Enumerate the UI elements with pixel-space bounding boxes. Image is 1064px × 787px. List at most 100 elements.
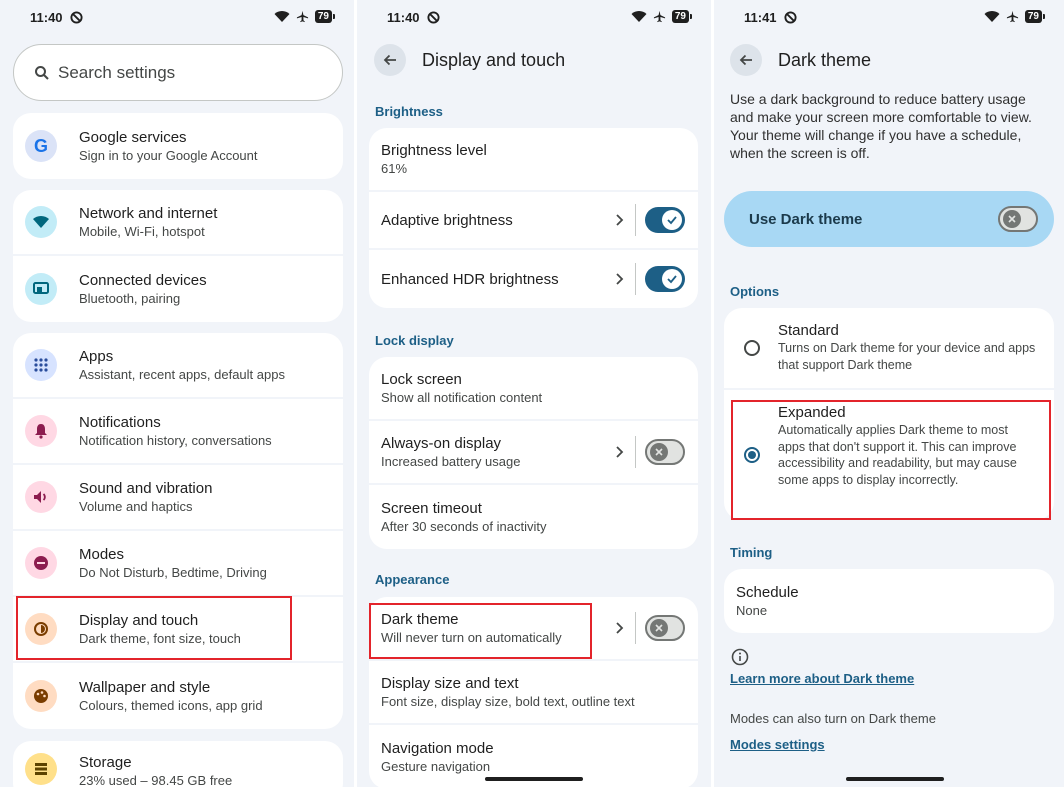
section-header-timing: Timing <box>730 545 773 560</box>
gesture-bar[interactable] <box>485 777 583 781</box>
item-title: Connected devices <box>79 272 207 289</box>
item-subtitle: 23% used – 98.45 GB free <box>79 773 233 787</box>
item-title: Storage <box>79 754 132 771</box>
google-icon: G <box>25 130 57 162</box>
item-subtitle: 61% <box>381 161 408 176</box>
section-header-appearance: Appearance <box>375 572 450 587</box>
card-connectivity: Network and internet Mobile, Wi-Fi, hots… <box>13 190 343 322</box>
learn-more-link[interactable]: Learn more about Dark theme <box>730 671 914 686</box>
settings-item-network[interactable]: Network and internet Mobile, Wi-Fi, hots… <box>13 190 343 256</box>
status-time: 11:40 <box>30 10 63 25</box>
settings-item-connected-devices[interactable]: Connected devices Bluetooth, pairing <box>13 256 343 322</box>
settings-item-wallpaper[interactable]: Wallpaper and style Colours, themed icon… <box>13 663 343 729</box>
wifi-status-icon <box>274 11 290 22</box>
divider <box>635 436 636 468</box>
dark-theme-screen: 11:41 79 Dark theme Use a dark backgroun… <box>714 0 1064 787</box>
settings-item-apps[interactable]: Apps Assistant, recent apps, default app… <box>13 333 343 399</box>
check-icon <box>667 216 677 225</box>
display-and-touch-screen: 11:40 79 Display and touch Brightness Br… <box>357 0 711 787</box>
back-button[interactable] <box>374 44 406 76</box>
palette-icon <box>25 680 57 712</box>
display-size-text-item[interactable]: Display size and text Font size, display… <box>369 661 698 725</box>
x-icon <box>655 624 663 632</box>
info-icon <box>731 648 749 666</box>
search-placeholder: Search settings <box>58 62 176 82</box>
schedule-item[interactable]: Schedule None <box>724 569 1054 633</box>
item-subtitle: Bluetooth, pairing <box>79 291 181 306</box>
dnd-icon <box>70 11 83 24</box>
volume-icon <box>25 481 57 513</box>
settings-item-storage[interactable]: Storage 23% used – 98.45 GB free <box>13 741 343 787</box>
status-time: 11:40 <box>387 10 420 25</box>
chevron-right-icon[interactable] <box>612 445 626 459</box>
option-title: Standard <box>778 322 839 339</box>
settings-item-google-services[interactable]: G Google services Sign in to your Google… <box>13 113 343 179</box>
battery-indicator: 79 <box>1024 10 1046 23</box>
item-title: Apps <box>79 348 114 365</box>
item-subtitle: Gesture navigation <box>381 759 491 774</box>
chevron-right-icon[interactable] <box>612 621 626 635</box>
status-bar: 11:40 79 <box>357 10 711 28</box>
item-title: Notifications <box>79 414 161 431</box>
item-title: Sound and vibration <box>79 480 213 497</box>
apps-icon <box>25 349 57 381</box>
highlight-box-display-and-touch <box>16 596 292 660</box>
card-google: G Google services Sign in to your Google… <box>13 113 343 179</box>
item-title: Modes <box>79 546 125 563</box>
settings-item-modes[interactable]: Modes Do Not Disturb, Bedtime, Driving <box>13 531 343 597</box>
item-subtitle: Volume and haptics <box>79 499 193 514</box>
hdr-brightness-toggle[interactable] <box>645 266 685 292</box>
hdr-brightness-item[interactable]: Enhanced HDR brightness <box>369 250 698 308</box>
card-brightness: Brightness level 61% Adaptive brightness… <box>369 128 698 308</box>
item-subtitle: Show all notification content <box>381 390 543 405</box>
back-arrow-icon <box>383 54 396 66</box>
divider <box>635 204 636 236</box>
devices-icon <box>25 273 57 305</box>
x-icon <box>1008 215 1016 223</box>
screen-timeout-item[interactable]: Screen timeout After 30 seconds of inact… <box>369 485 698 549</box>
battery-indicator: 79 <box>671 10 693 23</box>
card-storage: Storage 23% used – 98.45 GB free <box>13 741 343 787</box>
dnd-icon <box>427 11 440 24</box>
page-title: Display and touch <box>422 50 566 70</box>
brightness-level-item[interactable]: Brightness level 61% <box>369 128 698 192</box>
use-dark-theme-switch-row[interactable]: Use Dark theme <box>724 191 1054 247</box>
card-lock-display: Lock screen Show all notification conten… <box>369 357 698 549</box>
item-title: Wallpaper and style <box>79 679 211 696</box>
always-on-display-toggle[interactable] <box>645 439 685 465</box>
use-dark-theme-toggle[interactable] <box>998 206 1038 232</box>
airplane-icon <box>653 10 665 23</box>
adaptive-brightness-item[interactable]: Adaptive brightness <box>369 192 698 250</box>
item-subtitle: Notification history, conversations <box>79 433 272 448</box>
wifi-status-icon <box>631 11 647 22</box>
item-subtitle: Colours, themed icons, app grid <box>79 698 263 713</box>
item-title: Lock screen <box>381 371 462 388</box>
option-standard[interactable]: Standard Turns on Dark theme for your de… <box>724 308 1054 390</box>
highlight-box-expanded <box>731 400 1051 520</box>
use-dark-theme-label: Use Dark theme <box>749 210 863 228</box>
gesture-bar[interactable] <box>846 777 944 781</box>
adaptive-brightness-toggle[interactable] <box>645 207 685 233</box>
section-header-brightness: Brightness <box>375 104 443 119</box>
item-subtitle: Sign in to your Google Account <box>79 148 258 163</box>
search-settings-bar[interactable]: Search settings <box>13 44 343 101</box>
back-button[interactable] <box>730 44 762 76</box>
item-subtitle: Assistant, recent apps, default apps <box>79 367 285 382</box>
always-on-display-item[interactable]: Always-on display Increased battery usag… <box>369 421 698 485</box>
settings-item-notifications[interactable]: Notifications Notification history, conv… <box>13 399 343 465</box>
item-subtitle: Font size, display size, bold text, outl… <box>381 694 635 709</box>
dark-theme-toggle[interactable] <box>645 615 685 641</box>
option-subtitle: Turns on Dark theme for your device and … <box>778 341 1036 372</box>
wifi-status-icon <box>984 11 1000 22</box>
check-icon <box>667 275 677 284</box>
settings-item-sound[interactable]: Sound and vibration Volume and haptics <box>13 465 343 531</box>
modes-settings-link[interactable]: Modes settings <box>730 737 825 752</box>
standard-radio[interactable] <box>744 340 760 356</box>
item-title: Navigation mode <box>381 740 494 757</box>
back-arrow-icon <box>739 54 752 66</box>
chevron-right-icon[interactable] <box>612 272 626 286</box>
divider <box>635 612 636 644</box>
lock-screen-item[interactable]: Lock screen Show all notification conten… <box>369 357 698 421</box>
chevron-right-icon[interactable] <box>612 213 626 227</box>
item-title: Network and internet <box>79 205 218 222</box>
